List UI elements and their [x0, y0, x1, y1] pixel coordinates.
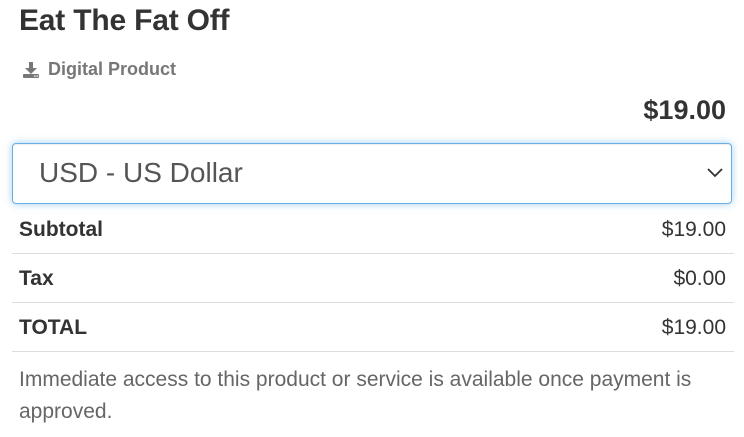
tax-amount: $0.00 [673, 267, 726, 290]
currency-selected-value: USD - US Dollar [39, 157, 243, 188]
download-icon [22, 61, 40, 79]
total-amount: $19.00 [661, 316, 726, 339]
order-summary: Eat The Fat Off Digital Product $19.00 U… [0, 0, 744, 437]
product-type: Digital Product [22, 59, 176, 80]
tax-row: Tax $0.00 [12, 254, 734, 303]
product-price: $19.00 [643, 95, 726, 125]
subtotal-row: Subtotal $19.00 [12, 205, 734, 254]
tax-label: Tax [19, 267, 54, 290]
chevron-down-icon [706, 166, 724, 184]
totals-table: Subtotal $19.00 Tax $0.00 TOTAL $19.00 [12, 205, 734, 352]
subtotal-label: Subtotal [19, 218, 103, 241]
product-type-label: Digital Product [48, 59, 177, 79]
subtotal-amount: $19.00 [661, 218, 726, 241]
currency-select[interactable]: USD - US Dollar [12, 143, 732, 204]
total-label: TOTAL [19, 316, 88, 339]
access-note: Immediate access to this product or serv… [19, 368, 692, 423]
product-title: Eat The Fat Off [19, 4, 230, 37]
total-row: TOTAL $19.00 [12, 303, 734, 352]
